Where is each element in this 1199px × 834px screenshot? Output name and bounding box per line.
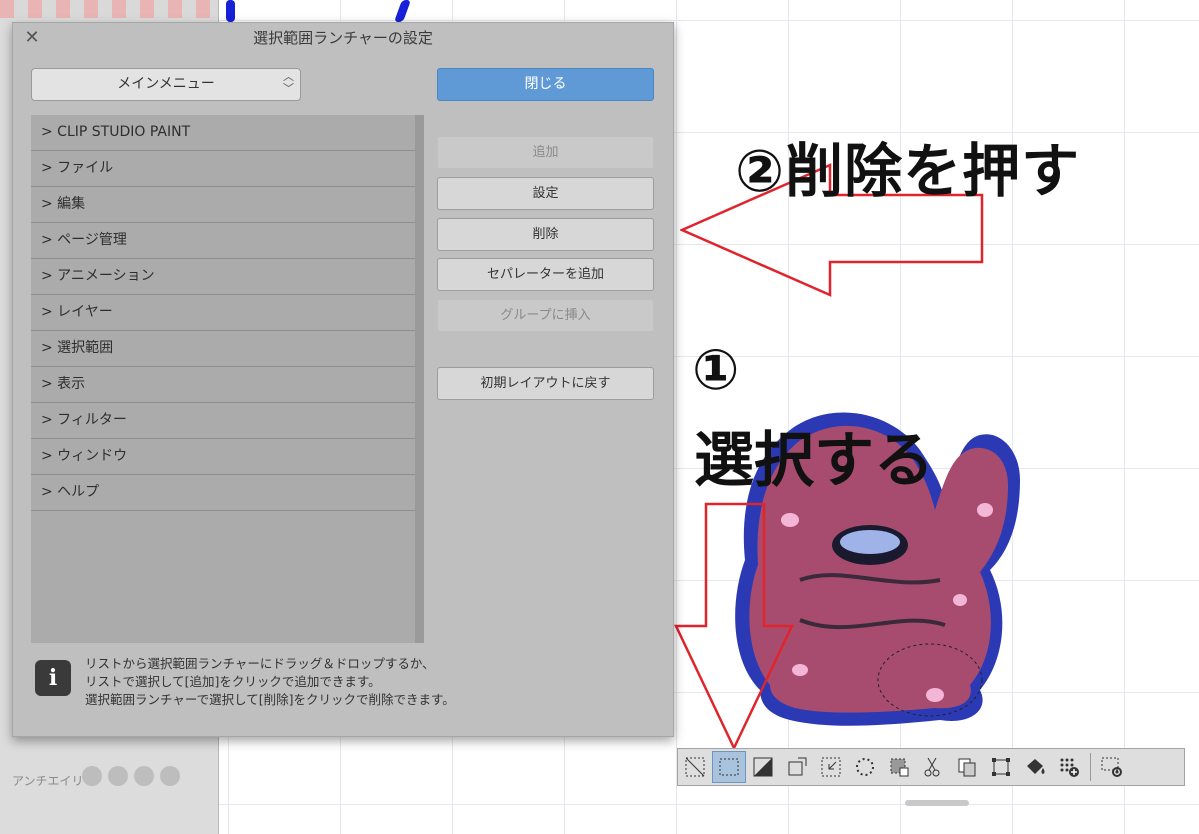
selection-to-layer-icon[interactable] [882,751,916,783]
shrink-selection-icon[interactable] [814,751,848,783]
transform-icon[interactable] [984,751,1018,783]
antialias-weak-icon[interactable] [108,766,128,786]
copy-paste-icon[interactable] [950,751,984,783]
annotation-step2: ②削除を押す [735,137,1081,205]
antialias-strong-icon[interactable] [160,766,180,786]
tree-item[interactable]: > レイヤー [31,295,415,331]
launcher-settings-icon[interactable] [1095,751,1129,783]
invert-selection-icon[interactable] [746,751,780,783]
add-separator-button[interactable]: セパレーターを追加 [437,258,654,291]
annotation-step1-number: ① [692,338,740,403]
insert-group-button[interactable]: グループに挿入 [437,299,654,332]
menu-select[interactable]: メインメニュー ︿ ﹀ [31,68,301,101]
settings-button[interactable]: 設定 [437,177,654,210]
color-swatch-strip[interactable] [0,0,218,18]
deselect-icon[interactable] [678,751,712,783]
fill-icon[interactable] [1018,751,1052,783]
select-all-icon[interactable] [712,751,746,783]
tree-item[interactable]: > フィルター [31,403,415,439]
scroll-handle[interactable] [905,800,969,806]
selection-launcher-toolbar [677,748,1185,786]
feather-selection-icon[interactable] [848,751,882,783]
antialias-medium-icon[interactable] [134,766,154,786]
character-spot [953,594,967,606]
tree-item[interactable]: > ヘルプ [31,475,415,511]
annotation-step1-text: 選択する [694,426,934,496]
character-spot [926,688,944,702]
selection-launcher-settings-dialog: ✕ 選択範囲ランチャーの設定 メインメニュー ︿ ﹀ 閉じる 追加 設定 削除 セ… [12,22,674,737]
tree-item[interactable]: > ページ管理 [31,223,415,259]
close-button[interactable]: 閉じる [437,68,654,101]
info-icon: i [35,660,71,696]
add-button[interactable]: 追加 [437,136,654,169]
delete-button[interactable]: 削除 [437,218,654,251]
character-spot [977,503,993,517]
new-tone-icon[interactable] [1052,751,1086,783]
antialias-none-icon[interactable] [82,766,102,786]
tree-item[interactable]: > ファイル [31,151,415,187]
info-text: リストから選択範囲ランチャーにドラッグ＆ドロップするか、 リストで選択して[追加… [85,655,455,709]
annotation-arrow-down [674,502,794,751]
reset-layout-button[interactable]: 初期レイアウトに戻す [437,367,654,400]
command-tree: > CLIP STUDIO PAINT > ファイル > 編集 > ページ管理 … [31,115,415,643]
dialog-title: 選択範囲ランチャーの設定 [253,29,433,47]
tree-item[interactable]: > ウィンドウ [31,439,415,475]
character-teeth [840,530,900,554]
tree-item[interactable]: > CLIP STUDIO PAINT [31,115,415,151]
toolbar-separator [1090,753,1091,781]
cut-paste-icon[interactable] [916,751,950,783]
tree-item[interactable]: > アニメーション [31,259,415,295]
canvas-stroke [226,0,235,22]
tree-item[interactable]: > 編集 [31,187,415,223]
menu-select-value: メインメニュー [117,76,215,92]
antialias-label: アンチエイリ [12,774,84,788]
info-line: 選択範囲ランチャーで選択して[削除]をクリックで削除できます。 [85,692,455,707]
antialias-options[interactable] [82,766,180,786]
tree-item[interactable]: > 選択範囲 [31,331,415,367]
info-line: リストから選択範囲ランチャーにドラッグ＆ドロップするか、 [85,656,435,671]
expand-selection-icon[interactable] [780,751,814,783]
info-line: リストで選択して[追加]をクリックで追加できます。 [85,674,381,689]
chevron-updown-icon: ︿ ﹀ [283,70,294,95]
tree-scrollbar[interactable] [415,115,424,643]
tree-item[interactable]: > 表示 [31,367,415,403]
